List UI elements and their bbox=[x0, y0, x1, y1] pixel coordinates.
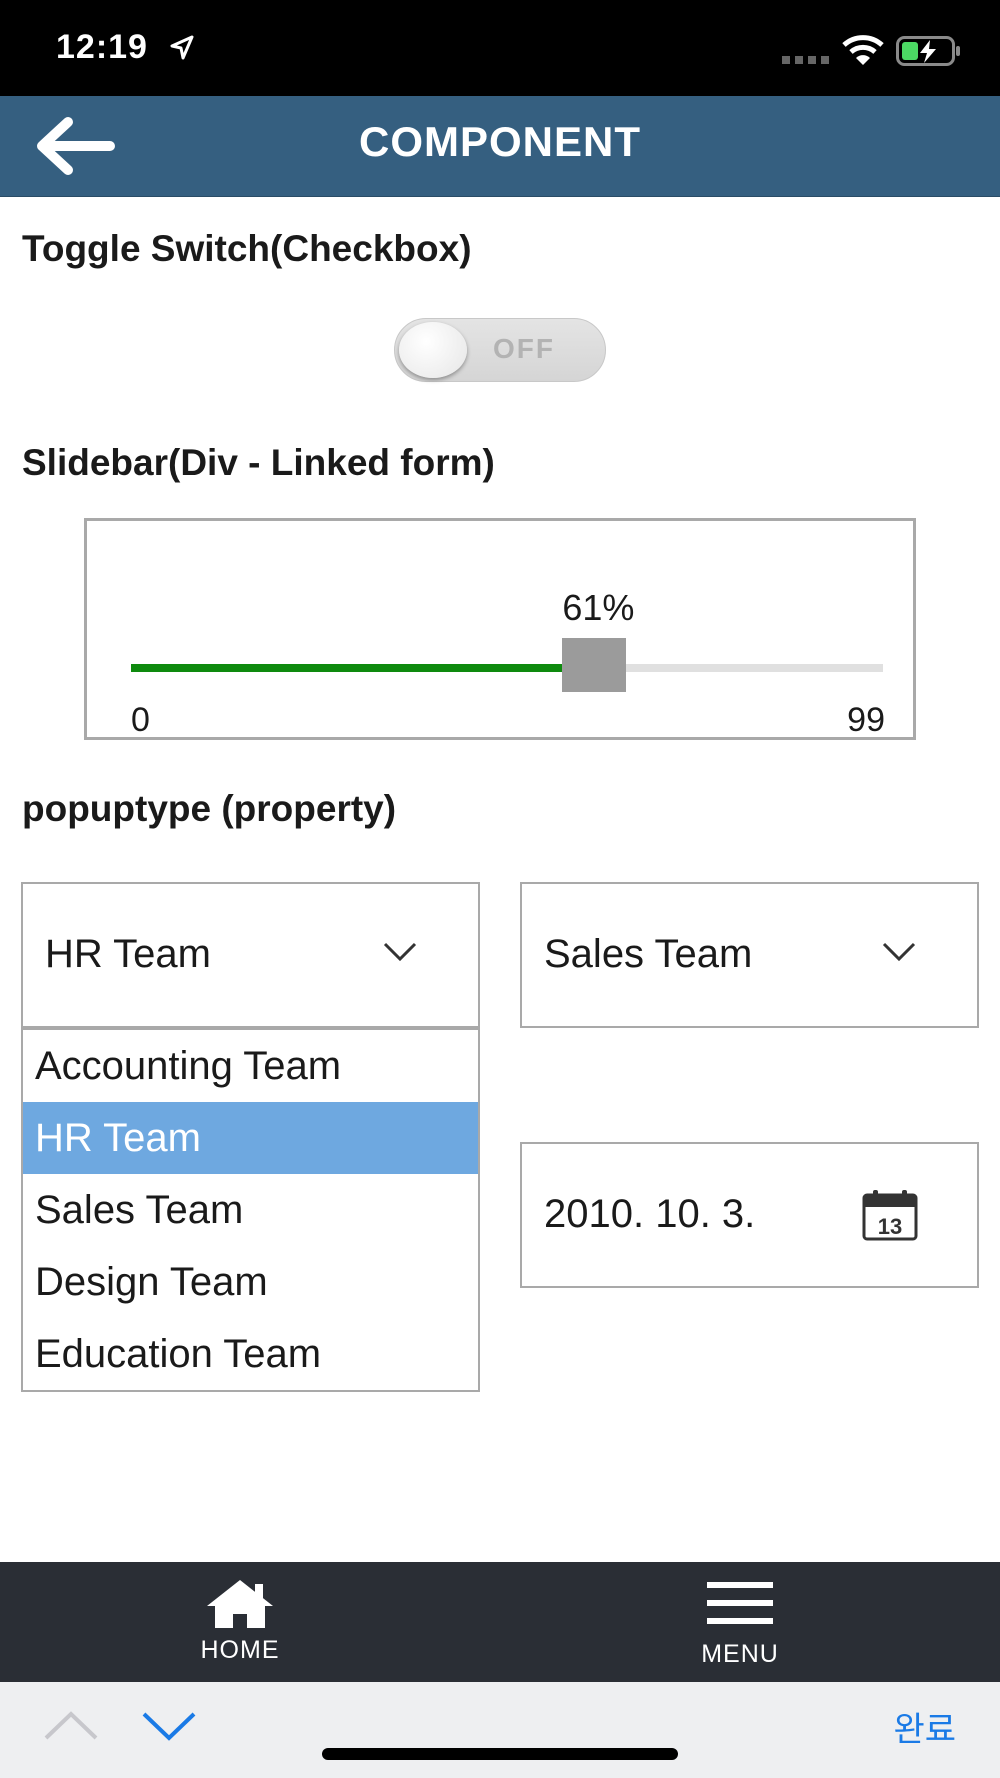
battery-charging-icon bbox=[896, 36, 960, 66]
bottom-nav: HOME MENU bbox=[0, 1562, 1000, 1682]
popup-section-title: popuptype (property) bbox=[22, 788, 397, 829]
nav-home-label: HOME bbox=[200, 1636, 280, 1664]
chevron-down-icon bbox=[882, 942, 916, 962]
cellular-signal-icon bbox=[782, 56, 829, 64]
dropdown-item-education[interactable]: Education Team bbox=[23, 1318, 478, 1390]
home-icon bbox=[207, 1580, 273, 1628]
nav-home-button[interactable]: HOME bbox=[150, 1562, 330, 1682]
nav-menu-button[interactable]: MENU bbox=[650, 1562, 830, 1682]
slider-value-label: 61% bbox=[562, 587, 635, 628]
hamburger-menu-icon bbox=[707, 1582, 773, 1624]
nav-menu-label: MENU bbox=[701, 1640, 779, 1668]
dropdown-item-design[interactable]: Design Team bbox=[23, 1246, 478, 1318]
keyboard-accessory-bar: 완료 bbox=[0, 1682, 1000, 1778]
wifi-icon bbox=[842, 35, 884, 65]
date-value: 2010. 10. 3. bbox=[544, 1192, 756, 1236]
chevron-up-icon[interactable] bbox=[42, 1708, 100, 1742]
calendar-icon[interactable]: 13 bbox=[861, 1188, 919, 1242]
dropdown-item-sales[interactable]: Sales Team bbox=[23, 1174, 478, 1246]
home-indicator bbox=[322, 1748, 678, 1760]
location-arrow-icon bbox=[170, 35, 194, 60]
combo-right-value: Sales Team bbox=[544, 932, 753, 976]
calendar-day-text: 13 bbox=[878, 1214, 902, 1239]
toggle-section-title: Toggle Switch(Checkbox) bbox=[22, 228, 472, 269]
toggle-state-label: OFF bbox=[493, 333, 555, 364]
toggle-knob bbox=[399, 322, 467, 378]
date-picker-field[interactable]: 2010. 10. 3. 13 bbox=[520, 1142, 979, 1288]
slider-fill bbox=[131, 664, 595, 672]
slider-track[interactable] bbox=[131, 664, 883, 672]
status-bar: 12:19 bbox=[0, 0, 1000, 96]
chevron-down-icon bbox=[383, 942, 417, 962]
slider-max-label: 99 bbox=[847, 701, 885, 739]
team-dropdown-list: Accounting Team HR Team Sales Team Desig… bbox=[21, 1028, 480, 1392]
slider-min-label: 0 bbox=[131, 701, 150, 739]
combo-left-value: HR Team bbox=[45, 932, 211, 976]
team-combo-left[interactable]: HR Team bbox=[21, 882, 480, 1028]
page-title: COMPONENT bbox=[359, 118, 641, 165]
title-bar: COMPONENT bbox=[0, 96, 1000, 197]
done-button[interactable]: 완료 bbox=[893, 1702, 956, 1751]
dropdown-item-accounting[interactable]: Accounting Team bbox=[23, 1030, 478, 1102]
dropdown-item-hr[interactable]: HR Team bbox=[23, 1102, 478, 1174]
toggle-switch[interactable]: OFF bbox=[394, 318, 606, 382]
status-time: 12:19 bbox=[56, 28, 148, 66]
chevron-down-icon[interactable] bbox=[140, 1708, 198, 1742]
slider-thumb[interactable] bbox=[562, 638, 627, 692]
team-combo-right[interactable]: Sales Team bbox=[520, 882, 979, 1028]
slider-panel: 61% 0 99 bbox=[84, 518, 916, 740]
slider-section-title: Slidebar(Div - Linked form) bbox=[22, 442, 495, 483]
